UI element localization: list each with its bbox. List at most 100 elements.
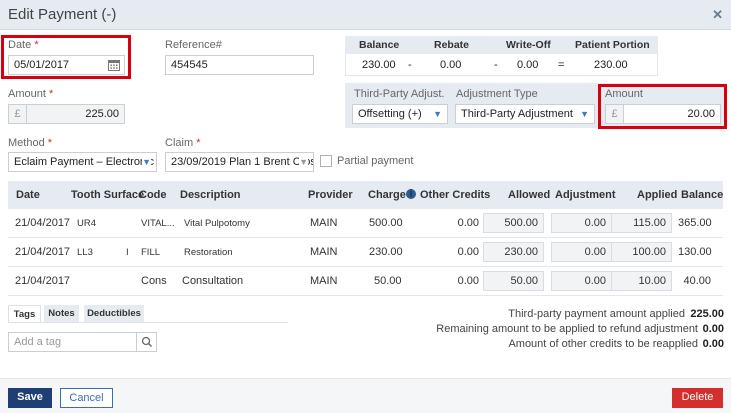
date-highlight-box	[1, 35, 131, 79]
cell-allowed-input[interactable]: 50.00	[483, 271, 544, 291]
third-party-adjust-label: Third-Party Adjust.	[354, 88, 445, 100]
col-provider: Provider	[308, 189, 353, 201]
method-select[interactable]: Eclaim Payment – Electronic ▼	[8, 152, 157, 172]
cell-applied-input[interactable]: 100.00	[611, 242, 672, 262]
cell-applied-input[interactable]: 10.00	[611, 271, 672, 291]
tab-notes[interactable]: Notes	[44, 305, 79, 322]
cell-charge: 50.00	[374, 275, 402, 287]
close-icon[interactable]: ✕	[712, 7, 723, 23]
total-label-remaining: Remaining amount to be applied to refund…	[436, 323, 698, 335]
summary-op-minus: -	[408, 59, 412, 71]
cell-balance: 365.00	[678, 217, 712, 229]
cell-balance: 130.00	[678, 246, 712, 258]
col-adjustment: Adjustment	[555, 189, 616, 201]
tab-tags[interactable]: Tags	[8, 305, 41, 322]
summary-header: Balance Rebate Write-Off Patient Portion	[345, 36, 658, 54]
cell-charge: 500.00	[369, 217, 403, 229]
save-button[interactable]: Save	[8, 388, 52, 408]
summary-header-rebate: Rebate	[434, 39, 470, 51]
cell-code: Cons	[141, 275, 167, 287]
cell-balance: 40.00	[683, 275, 711, 287]
partial-payment-label: Partial payment	[337, 155, 414, 167]
third-party-adjust-select[interactable]: Offsetting (+) ▼	[352, 104, 448, 124]
delete-button[interactable]: Delete	[672, 388, 723, 408]
adjustment-type-label: Adjustment Type	[456, 88, 538, 100]
chevron-down-icon: ▼	[299, 157, 308, 167]
method-label: Method *	[8, 137, 53, 149]
chevron-down-icon: ▼	[580, 109, 589, 119]
cell-other-credits: 0.00	[457, 217, 479, 229]
currency-prefix: £	[9, 105, 27, 123]
col-date: Date	[16, 189, 40, 201]
total-label-other-credits: Amount of other credits to be reapplied	[508, 338, 698, 350]
cell-code: FILL	[141, 247, 161, 258]
cell-other-credits: 0.00	[457, 246, 479, 258]
summary-op-minus: -	[494, 59, 498, 71]
col-other-credits: Other Credits	[420, 189, 491, 201]
table-row[interactable]: 21/04/2017 LL3 I FILL Restoration MAIN 2…	[8, 238, 723, 267]
total-label-third-party: Third-party payment amount applied	[508, 308, 685, 320]
cell-adjustment-input[interactable]: 0.00	[551, 242, 612, 262]
cell-provider: MAIN	[310, 217, 338, 229]
info-icon[interactable]: i	[406, 189, 416, 200]
cell-adjustment-input[interactable]: 0.00	[551, 213, 612, 233]
method-value: Eclaim Payment – Electronic	[14, 156, 154, 168]
amount-label: Amount *	[8, 88, 54, 100]
cell-surface: I	[126, 247, 129, 258]
table-row[interactable]: 21/04/2017 UR4 VITAL... Vital Pulpotomy …	[8, 209, 723, 238]
claim-select[interactable]: 23/09/2019 Plan 1 Brent Cros ▼	[165, 152, 314, 172]
cell-description: Vital Pulpotomy	[184, 218, 250, 229]
col-code: Code	[139, 189, 167, 201]
cell-provider: MAIN	[310, 275, 338, 287]
col-balance: Balance	[681, 189, 724, 201]
claim-value: 23/09/2019 Plan 1 Brent Cros	[171, 156, 314, 168]
summary-header-writeoff: Write-Off	[506, 39, 551, 51]
total-value-remaining: 0.00	[702, 323, 724, 335]
summary-values: 230.00 - 0.00 - 0.00 = 230.00	[345, 54, 658, 76]
summary-patient-portion-value: 230.00	[594, 59, 628, 71]
reference-input[interactable]: 454545	[165, 55, 314, 75]
partial-payment-checkbox[interactable]	[320, 155, 332, 167]
chevron-down-icon: ▼	[433, 109, 442, 119]
cell-charge: 230.00	[369, 246, 403, 258]
col-tooth-surface: Tooth Surface	[71, 189, 145, 201]
total-value-other-credits: 0.00	[702, 338, 724, 350]
tag-input[interactable]: Add a tag	[8, 332, 157, 352]
cell-allowed-input[interactable]: 500.00	[483, 213, 544, 233]
cell-date: 21/04/2017	[15, 275, 71, 287]
summary-rebate-value: 0.00	[440, 59, 462, 71]
total-value-third-party: 225.00	[690, 308, 724, 320]
cell-tooth: LL3	[77, 247, 93, 258]
claim-label: Claim *	[165, 137, 201, 149]
col-applied: Applied	[637, 189, 678, 201]
cell-applied-input[interactable]: 115.00	[611, 213, 672, 233]
col-allowed: Allowed	[508, 189, 551, 201]
summary-balance-value: 230.00	[362, 59, 396, 71]
cancel-button[interactable]: Cancel	[60, 388, 113, 408]
col-description: Description	[180, 189, 241, 201]
cell-description: Restoration	[184, 247, 233, 258]
cell-date: 21/04/2017	[15, 246, 71, 258]
chevron-down-icon: ▼	[142, 157, 151, 167]
amount-value: 225.00	[85, 108, 119, 120]
cell-adjustment-input[interactable]: 0.00	[551, 271, 612, 291]
col-charge: Charge	[368, 189, 406, 201]
adjustment-type-value: Third-Party Adjustment	[461, 108, 573, 120]
cell-description: Consultation	[182, 275, 244, 287]
summary-writeoff-value: 0.00	[517, 59, 539, 71]
amount-input[interactable]: £ 225.00	[8, 104, 125, 124]
tabs-divider	[8, 322, 288, 323]
cell-code: VITAL...	[141, 218, 175, 229]
cell-date: 21/04/2017	[15, 217, 71, 229]
tab-deductibles[interactable]: Deductibles	[84, 305, 144, 322]
window-title: Edit Payment (-)	[8, 6, 117, 23]
cell-tooth: UR4	[77, 218, 97, 229]
cell-allowed-input[interactable]: 230.00	[483, 242, 544, 262]
summary-op-equals: =	[558, 59, 565, 71]
summary-header-balance: Balance	[359, 39, 400, 51]
search-icon[interactable]	[136, 333, 156, 351]
cell-provider: MAIN	[310, 246, 338, 258]
adjustment-type-select[interactable]: Third-Party Adjustment ▼	[455, 104, 595, 124]
table-row[interactable]: 21/04/2017 Cons Consultation MAIN 50.00 …	[8, 267, 723, 296]
third-party-adjust-value: Offsetting (+)	[358, 108, 422, 120]
